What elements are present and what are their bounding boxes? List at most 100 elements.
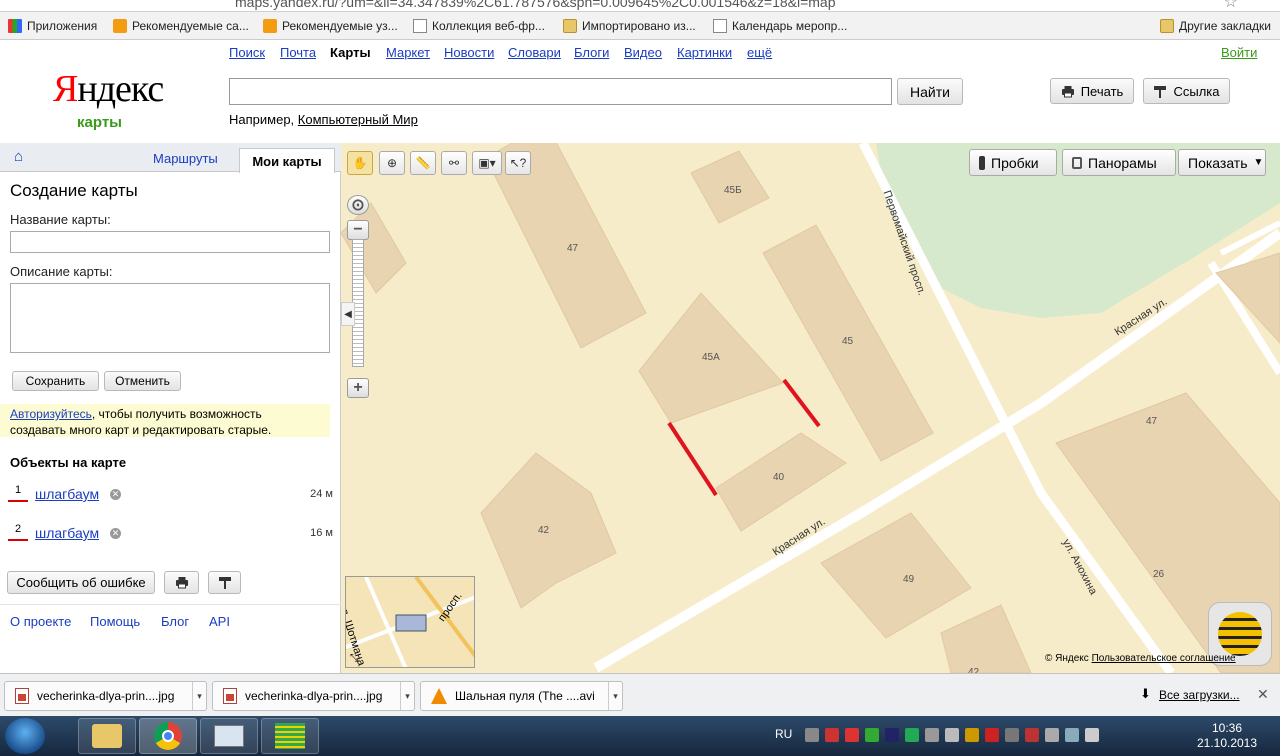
service-link-news[interactable]: Новости	[444, 45, 494, 60]
tray-icon[interactable]	[1005, 728, 1019, 742]
tab-routes[interactable]: Маршруты	[153, 151, 218, 166]
bookmark-imported[interactable]: Импортировано из...	[563, 17, 696, 35]
bookmark-recommended-nodes[interactable]: Рекомендуемые уз...	[263, 17, 398, 35]
magnifier-tool-button[interactable]: ⊕	[379, 151, 405, 175]
language-indicator[interactable]: RU	[775, 727, 792, 741]
taskbar-app[interactable]	[200, 718, 258, 754]
bookmark-apps[interactable]: Приложения	[8, 17, 97, 35]
search-input[interactable]	[229, 78, 892, 105]
service-link-search[interactable]: Поиск	[229, 45, 265, 60]
footer-link-about[interactable]: О проекте	[10, 614, 71, 629]
tray-icon[interactable]	[805, 728, 819, 742]
service-link-mail[interactable]: Почта	[280, 45, 316, 60]
all-downloads-link[interactable]: Все загрузки...	[1159, 688, 1240, 702]
service-link-market[interactable]: Маркет	[386, 45, 430, 60]
clock[interactable]: 10:36 21.10.2013	[1195, 721, 1259, 751]
compass-icon[interactable]: ⊙	[347, 195, 369, 215]
auth-link[interactable]: Авторизуйтесь	[10, 407, 92, 421]
show-layers-dropdown[interactable]: Показать ▼	[1178, 149, 1266, 176]
tray-icon[interactable]	[945, 728, 959, 742]
download-item[interactable]: vecherinka-dlya-prin....jpg ▾	[4, 681, 207, 711]
maps-service-label[interactable]: карты	[77, 114, 122, 131]
route-tool-button[interactable]: ⚯	[441, 151, 467, 175]
service-link-more[interactable]: ещё	[747, 45, 772, 60]
service-link-maps[interactable]: Карты	[330, 45, 371, 60]
footer-link-help[interactable]: Помощь	[90, 614, 140, 629]
network-icon[interactable]	[1065, 728, 1079, 742]
report-error-button[interactable]: Сообщить об ошибке	[7, 571, 155, 594]
placemark-tool-button[interactable]: ▣▾	[472, 151, 502, 175]
download-item[interactable]: vecherinka-dlya-prin....jpg ▾	[212, 681, 415, 711]
yandex-logo[interactable]: Яндекс	[53, 67, 164, 111]
example-link[interactable]: Компьютерный Мир	[298, 112, 418, 127]
footer-link-api[interactable]: API	[209, 614, 230, 629]
hand-tool-button[interactable]: ✋	[347, 151, 373, 175]
remove-icon[interactable]: ✕	[110, 528, 121, 539]
tray-icon[interactable]	[1025, 728, 1039, 742]
remove-icon[interactable]: ✕	[110, 489, 121, 500]
footer-link-blog[interactable]: Блог	[161, 614, 189, 629]
tray-icon[interactable]	[985, 728, 999, 742]
address-bar[interactable]: maps.yandex.ru/?um=&ll=34.347839%2C61.78…	[0, 0, 1280, 12]
print-button[interactable]: Печать	[1050, 78, 1134, 104]
ruler-tool-button[interactable]: 📏	[410, 151, 436, 175]
tray-icon[interactable]	[885, 728, 899, 742]
pin-icon	[1154, 85, 1167, 98]
sidebar-link-button[interactable]	[208, 571, 241, 594]
collapse-sidebar-button[interactable]: ◀	[341, 302, 355, 326]
object-name[interactable]: шлагбаум	[35, 486, 99, 502]
tray-icon[interactable]	[965, 728, 979, 742]
home-icon[interactable]: ⌂	[14, 149, 30, 165]
tray-icon[interactable]	[925, 728, 939, 742]
download-item[interactable]: Шальная пуля (The ....avi ▾	[420, 681, 623, 711]
map-description-input[interactable]	[10, 283, 330, 353]
bookmark-star-icon[interactable]: ☆	[1224, 0, 1238, 11]
terms-link[interactable]: Пользовательское соглашение	[1092, 653, 1236, 664]
tray-icon[interactable]	[1045, 728, 1059, 742]
save-button[interactable]: Сохранить	[12, 371, 99, 391]
minimap-collapse-icon[interactable]: ⤡	[350, 653, 358, 664]
tray-icon[interactable]	[825, 728, 839, 742]
taskbar-app-green[interactable]	[261, 718, 319, 754]
tray-icon[interactable]	[865, 728, 879, 742]
tray-icon[interactable]	[845, 728, 859, 742]
map-canvas[interactable]: 45Б 47 45А 45 40 42 47 49 26 42 Первомай…	[341, 143, 1280, 673]
chevron-down-icon[interactable]: ▾	[608, 682, 622, 710]
info-tool-button[interactable]: ↖?	[505, 151, 531, 175]
service-link-images[interactable]: Картинки	[677, 45, 732, 60]
taskbar-explorer[interactable]	[78, 718, 136, 754]
list-item[interactable]: 1 шлагбаум ✕ 24 м	[8, 484, 333, 508]
bookmark-web-collection[interactable]: Коллекция веб-фр...	[413, 17, 545, 35]
close-icon[interactable]: ✕	[1257, 686, 1269, 703]
volume-icon[interactable]	[1085, 728, 1099, 742]
url-text[interactable]: maps.yandex.ru/?um=&ll=34.347839%2C61.78…	[235, 0, 836, 10]
taskbar-chrome[interactable]	[139, 718, 197, 754]
login-link[interactable]: Войти	[1221, 45, 1257, 60]
search-button[interactable]: Найти	[897, 78, 963, 105]
object-name[interactable]: шлагбаум	[35, 525, 99, 541]
traffic-button[interactable]: Пробки	[969, 149, 1057, 176]
chevron-down-icon[interactable]: ▾	[400, 682, 414, 710]
tab-my-maps[interactable]: Мои карты	[239, 148, 335, 173]
sidebar-print-button[interactable]	[164, 571, 199, 594]
other-bookmarks[interactable]: Другие закладки	[1160, 17, 1271, 35]
cancel-button[interactable]: Отменить	[104, 371, 181, 391]
cursor-help-icon: ↖?	[509, 156, 527, 170]
map-tiles[interactable]	[341, 143, 1280, 673]
service-link-video[interactable]: Видео	[624, 45, 662, 60]
bookmark-recommended-sites[interactable]: Рекомендуемые са...	[113, 17, 249, 35]
service-link-dictionaries[interactable]: Словари	[508, 45, 561, 60]
minimap[interactable]: л. Шотмана просп. ⤡	[345, 576, 475, 668]
list-item[interactable]: 2 шлагбаум ✕ 16 м	[8, 523, 333, 547]
share-link-button[interactable]: Ссылка	[1143, 78, 1230, 104]
panoramas-button[interactable]: Панорамы	[1062, 149, 1176, 176]
map-name-input[interactable]	[10, 231, 330, 253]
tray-icon[interactable]	[905, 728, 919, 742]
start-button[interactable]	[5, 718, 45, 754]
zoom-out-button[interactable]: −	[347, 220, 369, 240]
taskbar: RU 10:36 21.10.2013	[0, 716, 1280, 756]
service-link-blogs[interactable]: Блоги	[574, 45, 609, 60]
zoom-in-button[interactable]: +	[347, 378, 369, 398]
chevron-down-icon[interactable]: ▾	[192, 682, 206, 710]
bookmark-calendar[interactable]: Календарь меропр...	[713, 17, 847, 35]
